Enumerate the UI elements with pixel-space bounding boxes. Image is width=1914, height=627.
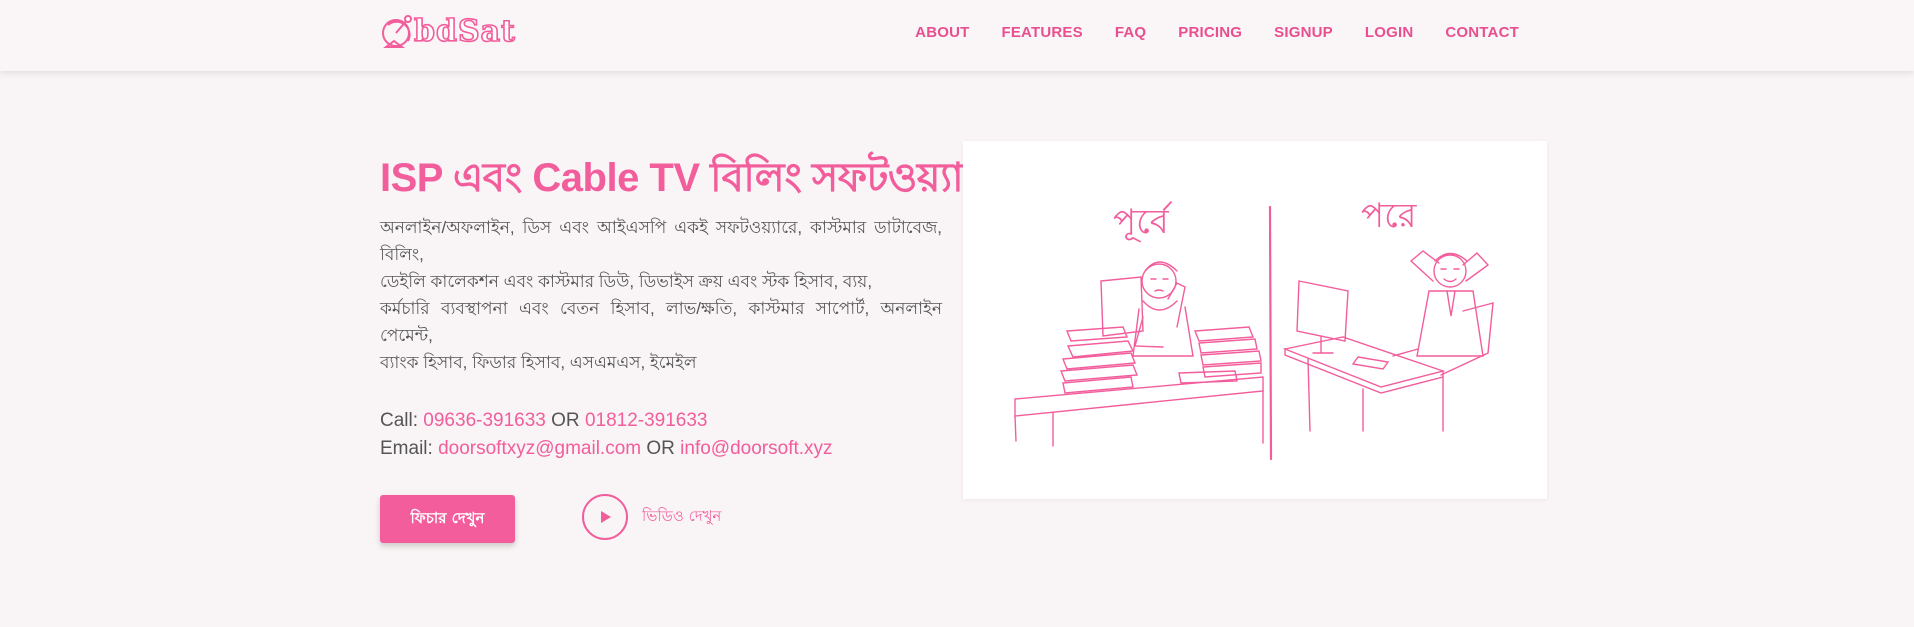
nav-pricing[interactable]: PRICING	[1178, 24, 1242, 41]
nav-features[interactable]: FEATURES	[1001, 24, 1082, 41]
label-after: পরে	[1361, 196, 1418, 236]
before-after-illustration: পূর্বে পরে	[963, 141, 1547, 499]
email-or: OR	[646, 438, 675, 459]
view-features-button[interactable]: ফিচার দেখুন	[380, 495, 515, 543]
description-line: ডেইলি কালেকশন এবং কাস্টমার ডিউ, ডিভাইস ক…	[380, 272, 873, 291]
email-link-1[interactable]: doorsoftxyz@gmail.com	[438, 438, 641, 459]
nav-login[interactable]: LOGIN	[1365, 24, 1414, 41]
description-line: ব্যাংক হিসাব, ফিডার হিসাব, এসএমএস, ইমেইল	[380, 353, 697, 372]
contact-info: Call: 09636-391633 OR 01812-391633 Email…	[380, 407, 833, 463]
description-line: অনলাইন/অফলাইন, ডিস এবং আইএসপি একই সফটওয়…	[380, 218, 942, 264]
label-before: পূর্বে	[1113, 201, 1173, 243]
phone-link-1[interactable]: 09636-391633	[423, 410, 546, 431]
play-icon[interactable]	[582, 494, 628, 540]
divider-line	[1268, 205, 1273, 461]
relaxed-worker-drawing	[1282, 250, 1494, 432]
nav-about[interactable]: ABOUT	[915, 24, 969, 41]
phone-or: OR	[551, 410, 580, 431]
nav-contact[interactable]: CONTACT	[1445, 24, 1519, 41]
logo-text: bdSat	[413, 13, 516, 50]
description-line: কর্মচারি ব্যবস্থাপনা এবং বেতন হিসাব, লাভ…	[380, 299, 942, 345]
phone-link-2[interactable]: 01812-391633	[585, 410, 708, 431]
top-navbar: bdSat ABOUT FEATURES FAQ PRICING SIGNUP …	[0, 0, 1914, 71]
nav-signup[interactable]: SIGNUP	[1274, 24, 1333, 41]
main-nav: ABOUT FEATURES FAQ PRICING SIGNUP LOGIN …	[883, 24, 1519, 41]
watch-video-button[interactable]: ভিডিও দেখুন	[582, 494, 721, 540]
phone-row: Call: 09636-391633 OR 01812-391633	[380, 407, 833, 435]
watch-video-label: ভিডিও দেখুন	[642, 506, 722, 525]
email-link-2[interactable]: info@doorsoft.xyz	[680, 438, 832, 459]
hero-title: ISP এবং Cable TV বিলিং সফটওয়্যার	[380, 156, 985, 200]
nav-faq[interactable]: FAQ	[1115, 24, 1146, 41]
email-row: Email: doorsoftxyz@gmail.com OR info@doo…	[380, 435, 833, 463]
email-label: Email:	[380, 438, 433, 459]
call-label: Call:	[380, 410, 419, 431]
brand-logo[interactable]: bdSat	[380, 10, 516, 52]
stressed-worker-drawing	[1014, 261, 1264, 447]
hero-description: অনলাইন/অফলাইন, ডিস এবং আইএসপি একই সফটওয়…	[380, 214, 942, 376]
